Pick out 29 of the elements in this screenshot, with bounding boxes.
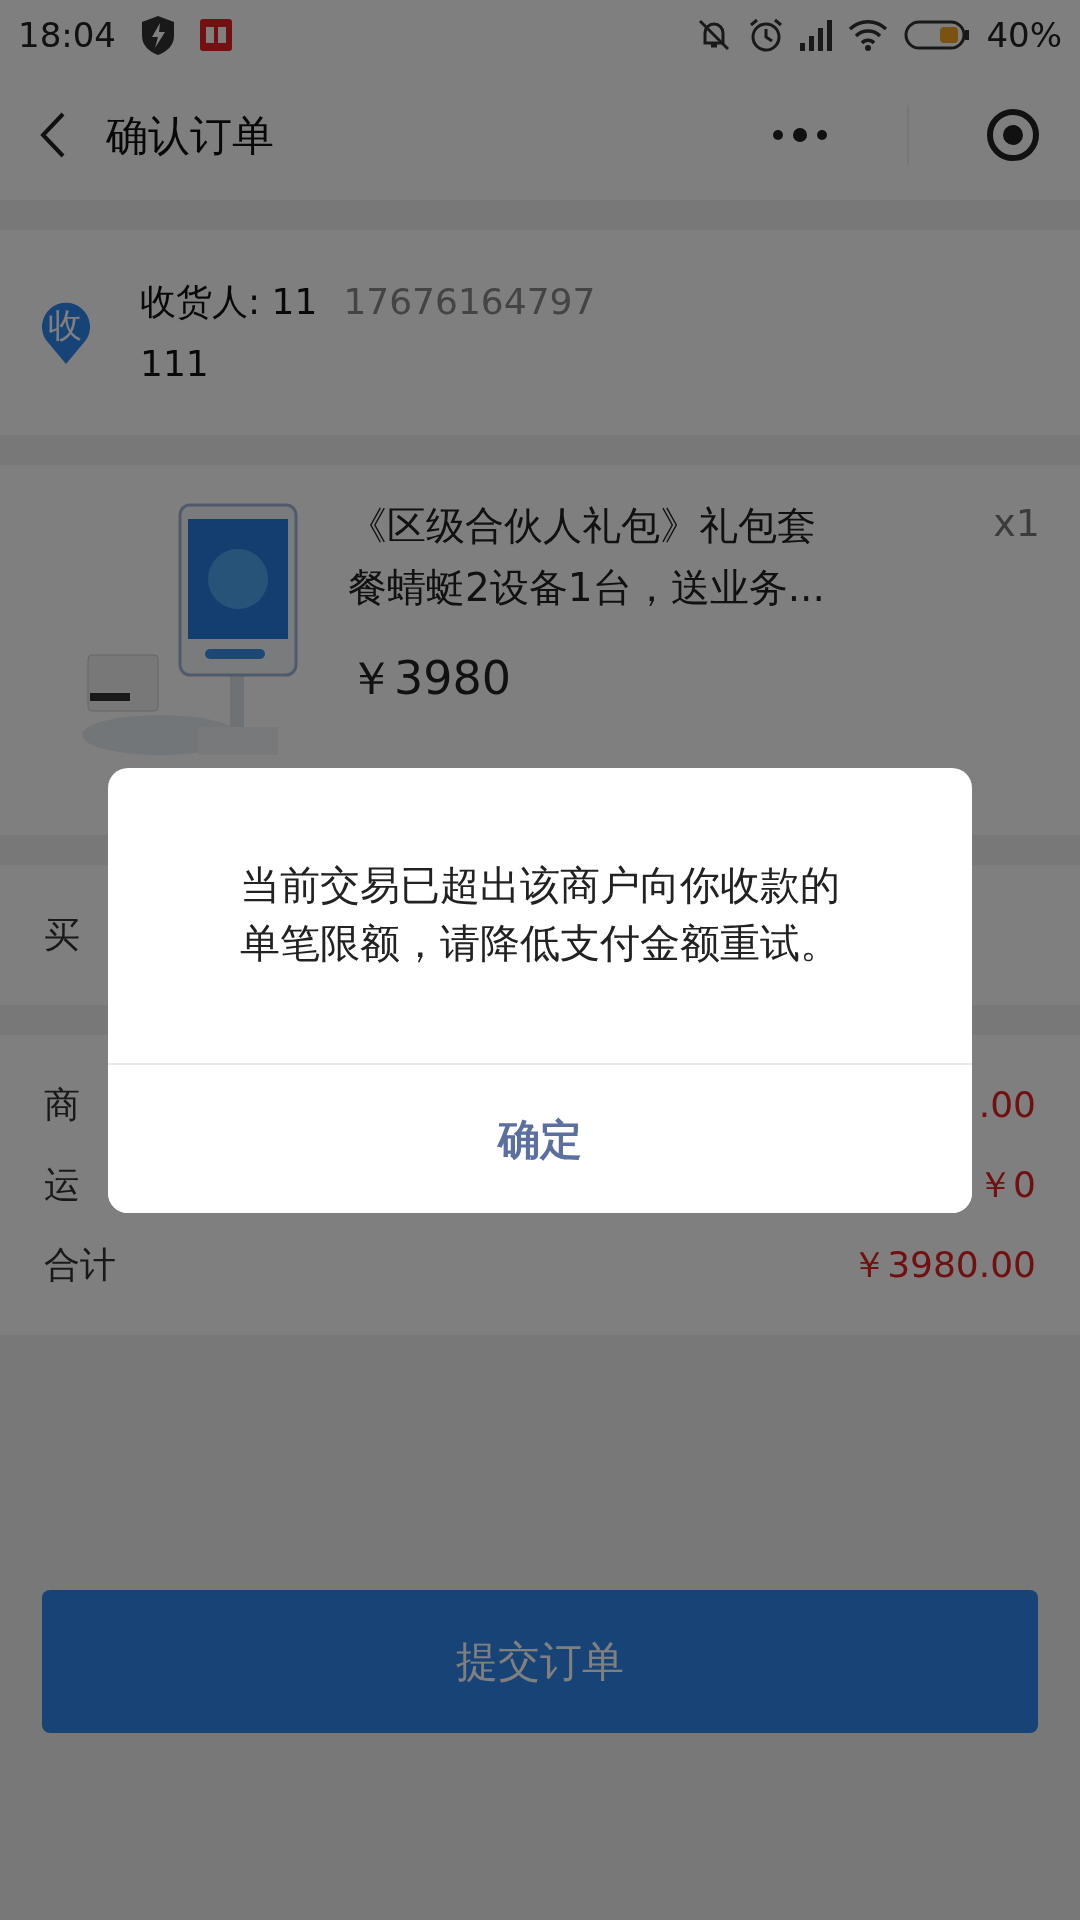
confirm-button[interactable]: 确定 — [108, 1063, 972, 1213]
product-price: ￥3980 — [348, 649, 513, 707]
wifi-icon — [848, 19, 889, 51]
pin-label: 收 — [48, 307, 82, 342]
recipient-name: 收货人: 11 — [140, 279, 318, 324]
back-icon[interactable] — [40, 112, 66, 158]
status-time: 18:04 — [18, 13, 116, 57]
shield-icon — [140, 14, 176, 56]
alarm-icon — [748, 17, 785, 53]
summary-value: .00 — [978, 1083, 1036, 1127]
more-icon[interactable] — [770, 125, 830, 145]
battery-level: 40% — [986, 13, 1062, 57]
summary-value: ￥3980.00 — [851, 1243, 1036, 1287]
app-icon — [200, 19, 232, 51]
summary-value: ￥0 — [977, 1163, 1036, 1207]
summary-label: 商 — [44, 1083, 80, 1127]
quantity: x1 — [993, 500, 1040, 547]
battery-icon — [904, 19, 971, 51]
phone-number: 17676164797 — [343, 279, 596, 324]
page-title: 确认订单 — [106, 109, 274, 162]
summary-label: 合计 — [44, 1243, 116, 1287]
product-title: 《区级合伙人礼包》礼包套餐蜻蜓2设备1台，送业务... — [348, 502, 826, 613]
dialog-message: 当前交易已超出该商户向你收款的单笔限额，请降低支付金额重试。 — [239, 861, 841, 968]
signal-icon — [800, 19, 833, 51]
summary-label: 运 — [44, 1163, 80, 1207]
address-detail: 111 — [140, 341, 210, 386]
submit-order-button[interactable]: 提交订单 — [42, 1590, 1038, 1733]
close-icon[interactable] — [986, 108, 1040, 162]
buyer-label: 买 — [44, 913, 80, 957]
